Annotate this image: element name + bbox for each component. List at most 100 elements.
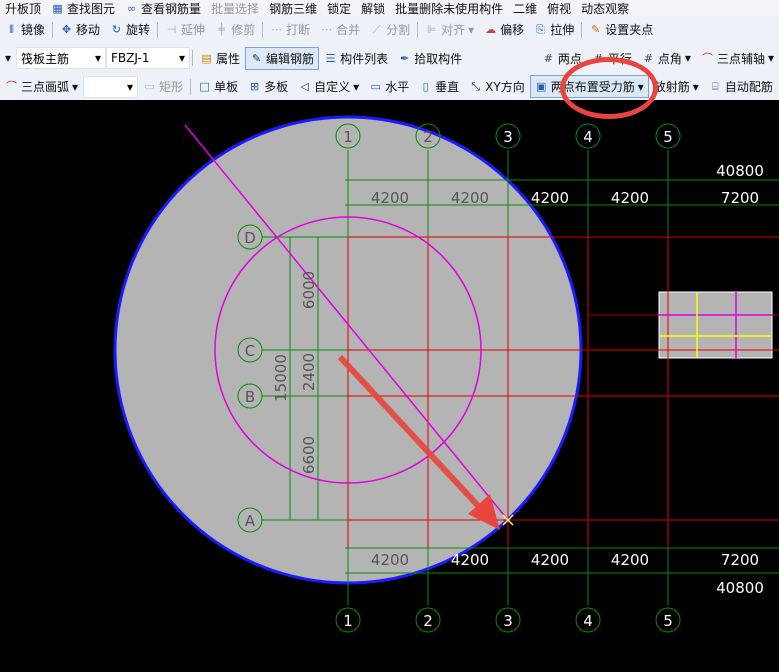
tool-align[interactable]: ⊫ 对齐 ▾ — [420, 21, 479, 38]
col-label: 3 — [503, 612, 513, 630]
tool-properties[interactable]: ▤ 属性 — [195, 50, 245, 67]
tool-vertical[interactable]: ▯ 垂直 — [414, 78, 464, 95]
dim-total-top: 40800 — [716, 162, 764, 180]
tool-rectangle[interactable]: ▭ 矩形 — [138, 78, 188, 95]
toolbar-row-2: ⫴ 镜像 ✥ 移动 ↻ 旋转 ⊣ 延伸 ╪ 修剪 ⋯ 打断 ⋯ 合并 ⟋ 分割 ⊫ 对齐 ▾ ☁ 偏移… — [0, 16, 779, 43]
find-icon: ▦ — [52, 1, 63, 15]
component-type-select[interactable]: 筏板主筋 ▾ — [16, 47, 107, 69]
col-label: 1 — [343, 612, 353, 630]
tool-break[interactable]: ⋯ 打断 — [265, 21, 315, 38]
tool-auto-rebar[interactable]: ⌸ 自动配筋 — [704, 78, 778, 95]
move-icon: ✥ — [61, 23, 72, 36]
mirror-icon: ⫴ — [9, 23, 14, 36]
dim-total-bottom: 40800 — [716, 579, 764, 597]
tool-rotate[interactable]: ↻ 旋转 — [105, 21, 155, 38]
view-2d-select[interactable]: 二维 — [508, 0, 542, 16]
break-icon: ⋯ — [271, 23, 283, 36]
tool-raise-top[interactable]: 升板顶 — [0, 0, 46, 16]
tool-extend[interactable]: ⊣ 延伸 — [160, 21, 210, 38]
col-label: 5 — [663, 128, 673, 146]
dim-span: 7200 — [721, 551, 759, 569]
tool-point-angle-axis[interactable]: # 点角 ▾ — [637, 50, 696, 67]
divider — [581, 21, 583, 38]
rebar-icon: ▣ — [536, 80, 547, 93]
multi-slab-icon: ⊞ — [249, 80, 260, 93]
dim-span: 4200 — [531, 551, 569, 569]
dim-v-span: 6000 — [300, 271, 318, 309]
dim-v-total: 15000 — [272, 354, 290, 402]
vertical-icon: ▯ — [422, 80, 429, 93]
tool-find[interactable]: ▦ 查找图元 — [46, 0, 120, 16]
tool-set-grip[interactable]: ✎ 设置夹点 — [584, 21, 658, 38]
divider — [417, 21, 419, 38]
offset-icon: ☁ — [485, 23, 497, 36]
row-label: C — [245, 342, 255, 360]
col-label: 2 — [423, 128, 433, 146]
dim-span: 4200 — [451, 189, 489, 207]
component-name-select[interactable]: FBZJ-1 ▾ — [106, 47, 191, 69]
divider — [157, 21, 159, 38]
red-circle-annotation — [560, 57, 658, 119]
horizontal-icon: ▭ — [370, 80, 381, 93]
tool-rebar-3d[interactable]: 钢筋三维 — [264, 0, 322, 16]
tool-mirror[interactable]: ⫴ 镜像 — [0, 21, 50, 38]
grip-icon: ✎ — [591, 23, 601, 36]
tool-single-slab[interactable]: □ 单板 — [193, 78, 243, 95]
cad-canvas[interactable]: 1 2 3 4 5 1 2 3 4 5 D C B A 40800 4200 4… — [0, 100, 779, 672]
tool-custom[interactable]: ◁ 自定义 ▾ — [293, 78, 364, 95]
arc-icon: ⌒ — [6, 80, 17, 93]
tool-unlock[interactable]: 解锁 — [356, 0, 390, 16]
divider — [190, 78, 192, 95]
dim-span: 4200 — [371, 189, 409, 207]
tool-orbit[interactable]: 动态观察 — [576, 0, 634, 16]
dim-v-span: 2400 — [300, 353, 318, 391]
tool-view-rebar[interactable]: ∞ 查看钢筋量 — [120, 0, 206, 16]
tool-component-list[interactable]: ☰ 构件列表 — [319, 50, 393, 67]
row-label: D — [244, 229, 256, 247]
stretch-icon: ⎘ — [536, 23, 546, 36]
properties-icon: ▤ — [201, 51, 212, 65]
tool-offset[interactable]: ☁ 偏移 — [479, 21, 529, 38]
tool-move[interactable]: ✥ 移动 — [55, 21, 105, 38]
layer-dropdown[interactable]: ▾ — [0, 51, 16, 65]
tool-edit-rebar[interactable]: ✎ 编辑钢筋 — [245, 46, 320, 70]
tool-three-point-axis[interactable]: ⌒ 三点辅轴 ▾ — [696, 50, 779, 67]
tool-xy-direction[interactable]: ⤡ XY方向 — [464, 78, 530, 95]
single-slab-icon: □ — [199, 80, 210, 93]
tool-trim[interactable]: ╪ 修剪 — [210, 21, 260, 38]
trim-icon: ╪ — [218, 23, 225, 36]
axis-icon: # — [643, 51, 654, 65]
view-top-select[interactable]: 俯视 — [542, 0, 576, 16]
tool-merge[interactable]: ⋯ 合并 — [315, 21, 365, 38]
tool-stretch[interactable]: ⎘ 拉伸 — [529, 21, 579, 38]
divider — [262, 21, 264, 38]
tool-multi-slab[interactable]: ⊞ 多板 — [243, 78, 293, 95]
tool-lock[interactable]: 锁定 — [322, 0, 356, 16]
custom-icon: ◁ — [300, 80, 309, 93]
tool-pick-component[interactable]: ✒ 拾取构件 — [393, 50, 467, 67]
divider — [52, 21, 54, 38]
arc-axis-icon: ⌒ — [701, 51, 713, 65]
col-label: 4 — [583, 612, 593, 630]
rectangle-icon: ▭ — [144, 80, 155, 93]
blank-select[interactable]: ▾ — [83, 75, 139, 98]
align-icon: ⊫ — [426, 23, 437, 36]
draw-arc-select[interactable]: ⌒ 三点画弧 ▾ — [0, 78, 83, 95]
col-label: 3 — [503, 128, 513, 146]
small-slab[interactable] — [658, 291, 773, 359]
divider — [192, 50, 194, 66]
dim-span: 4200 — [371, 551, 409, 569]
tool-split[interactable]: ⟋ 分割 — [365, 21, 415, 38]
eyedropper-icon: ✒ — [399, 51, 410, 65]
toolbar-row-4: ⌒ 三点画弧 ▾ ▾ ▭ 矩形 □ 单板 ⊞ 多板 ◁ 自定义 ▾ ▭ 水平 ▯ 垂直 ⤡ XY方… — [0, 73, 779, 100]
dim-span: 4200 — [531, 189, 569, 207]
tool-batch-delete[interactable]: 批量删除未使用构件 — [390, 0, 508, 16]
row-label: B — [245, 388, 255, 406]
toolbar-row-1: 升板顶 ▦ 查找图元 ∞ 查看钢筋量 批量选择 钢筋三维 锁定 解锁 批量删除未使用… — [0, 0, 779, 16]
col-label: 4 — [583, 128, 593, 146]
auto-rebar-icon: ⌸ — [712, 80, 719, 93]
tool-horizontal[interactable]: ▭ 水平 — [364, 78, 414, 95]
merge-icon: ⋯ — [321, 23, 333, 36]
tool-batch-select[interactable]: 批量选择 — [206, 0, 264, 16]
list-icon: ☰ — [325, 51, 336, 65]
